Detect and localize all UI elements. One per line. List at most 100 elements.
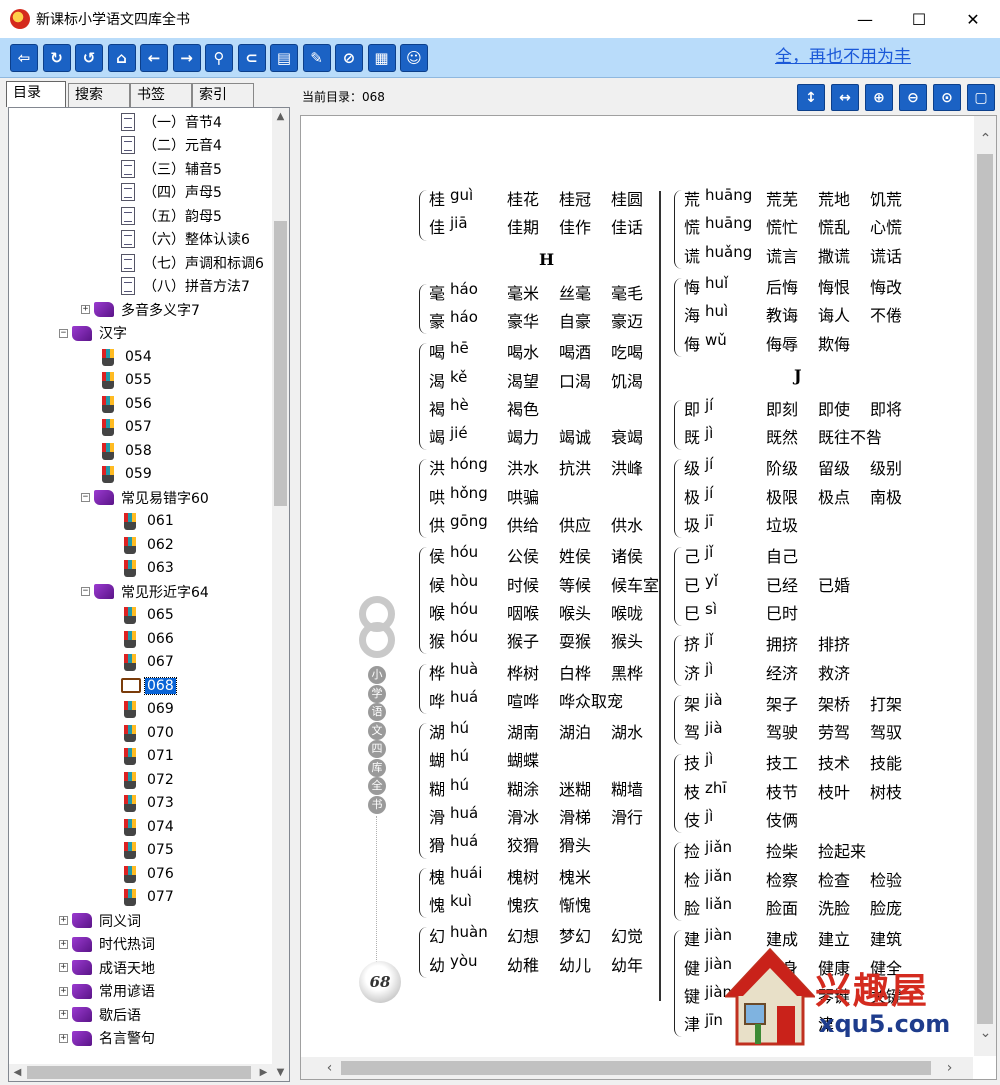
note-button[interactable]: ▤ (270, 44, 298, 72)
scroll-down-arrow-icon[interactable]: ▼ (272, 1064, 289, 1081)
bookmark-button[interactable]: ⊂ (237, 44, 266, 72)
tree-item[interactable]: 058 (99, 439, 154, 462)
collapse-icon[interactable]: − (81, 587, 90, 596)
viewer-horizontal-scrollbar[interactable]: ‹ › (301, 1057, 973, 1079)
tree-item[interactable]: 067 (121, 651, 176, 674)
tree-item[interactable]: 070 (121, 721, 176, 744)
entry-pinyin: wǔ (705, 330, 727, 349)
tree-item[interactable]: （一）音节4 (121, 110, 224, 133)
tree-item[interactable]: 065 (121, 604, 176, 627)
dictionary-entry: 即 jí 即刻 即使 即将 (684, 396, 944, 424)
tree-item[interactable]: − 常见形近字64 (81, 580, 211, 603)
scrolling-link[interactable]: 全，再也不用为丰 (775, 40, 915, 74)
tree-vertical-scrollbar[interactable]: ▲ ▼ (272, 108, 289, 1081)
tree-item[interactable]: 074 (121, 815, 176, 838)
tree-item[interactable]: （三）辅音5 (121, 157, 224, 180)
exit-button[interactable]: ⇦ (10, 44, 38, 72)
minimize-button[interactable]: — (838, 0, 892, 38)
tree-horizontal-scrollbar[interactable]: ◀ ▶ (9, 1064, 273, 1081)
tree-item[interactable]: 056 (99, 392, 154, 415)
viewer-hscroll-thumb[interactable] (341, 1061, 931, 1075)
forward-button[interactable]: → (172, 44, 201, 72)
undo-button[interactable]: ↺ (75, 44, 103, 72)
book-icon (72, 913, 92, 928)
tree-item[interactable]: 068 (121, 674, 177, 697)
tab-0[interactable]: 目录 (6, 81, 66, 107)
edit-button[interactable]: ✎ (302, 44, 331, 72)
tree-item[interactable]: 071 (121, 745, 176, 768)
zoom-in-button[interactable]: ⊕ (865, 84, 893, 111)
about-button[interactable]: ☺ (400, 44, 428, 72)
scroll-left-arrow-icon[interactable]: ◀ (9, 1064, 26, 1081)
viewer-scroll-thumb[interactable] (977, 154, 993, 1024)
tree-item[interactable]: （五）韵母5 (121, 204, 224, 227)
tree-item[interactable]: + 成语天地 (59, 956, 157, 979)
tree-item[interactable]: （二）元音4 (121, 134, 224, 157)
fit-width-button[interactable]: ↔ (831, 84, 859, 111)
tree-item[interactable]: （八）拼音方法7 (121, 275, 252, 298)
tree-item[interactable]: 069 (121, 698, 176, 721)
entry-word: 欺侮 (818, 334, 851, 354)
tree-hscroll-thumb[interactable] (27, 1066, 251, 1079)
tree-item[interactable]: 075 (121, 839, 176, 862)
expand-icon[interactable]: + (81, 305, 90, 314)
contents-tree[interactable]: + 名言警句 + 歇后语 + 常用谚语 + 成语天地 + 时代热词 + 同义词 077 076 075 074… (8, 107, 290, 1082)
collapse-icon[interactable]: − (59, 328, 68, 338)
tree-item[interactable]: 059 (99, 463, 154, 486)
tab-1[interactable]: 搜索 (68, 83, 130, 107)
tree-item[interactable]: + 时代热词 (59, 933, 157, 956)
close-button[interactable]: ✕ (946, 0, 1000, 38)
back-button[interactable]: ← (140, 44, 168, 72)
collapse-icon[interactable]: − (81, 493, 90, 502)
scroll-down-arrow-icon[interactable]: ⌄ (977, 1024, 994, 1041)
tree-item[interactable]: 055 (99, 369, 154, 392)
expand-icon[interactable]: + (59, 916, 68, 925)
expand-icon[interactable]: + (59, 939, 68, 949)
tree-item[interactable]: （四）声母5 (121, 181, 224, 204)
tree-item[interactable]: 063 (121, 557, 176, 580)
link-button[interactable]: ⊘ (335, 44, 363, 72)
tree-item[interactable]: 077 (121, 886, 176, 909)
tab-2[interactable]: 书签 (130, 83, 192, 107)
entry-word: 慌乱 (818, 218, 851, 238)
tree-item[interactable]: + 同义词 (59, 909, 143, 932)
scroll-right-arrow-icon[interactable]: › (941, 1059, 958, 1076)
tree-item[interactable]: 062 (121, 533, 176, 556)
tree-item[interactable]: （七）声调和标调6 (121, 251, 266, 274)
tree-item[interactable]: + 歇后语 (59, 1003, 143, 1026)
tree-item[interactable]: 066 (121, 627, 176, 650)
tree-item[interactable]: − 常见易错字60 (81, 486, 211, 509)
search-button[interactable]: ⚲ (205, 44, 233, 72)
tab-3[interactable]: 索引 (192, 83, 254, 107)
tree-item[interactable]: − 汉字 (59, 322, 129, 345)
tree-item[interactable]: 054 (99, 345, 154, 368)
tree-item[interactable]: 057 (99, 416, 154, 439)
tree-item[interactable]: 076 (121, 862, 176, 885)
zoom-out-button[interactable]: ⊖ (899, 84, 927, 111)
expand-icon[interactable]: + (59, 963, 68, 972)
tree-item[interactable]: 061 (121, 510, 176, 533)
tree-item[interactable]: + 常用谚语 (59, 980, 157, 1003)
zoom-actual-button[interactable]: ⊙ (933, 84, 961, 111)
fit-height-button[interactable]: ↕ (797, 84, 825, 111)
scroll-right-arrow-icon[interactable]: ▶ (255, 1064, 272, 1081)
print-button[interactable]: ▦ (367, 44, 396, 72)
tree-item[interactable]: （六）整体认读6 (121, 228, 252, 251)
home-button[interactable]: ⌂ (107, 44, 136, 72)
fullscreen-button[interactable]: ▢ (967, 84, 995, 111)
tree-item[interactable]: + 名言警句 (59, 1027, 157, 1050)
tree-item[interactable]: 072 (121, 768, 176, 791)
scroll-left-arrow-icon[interactable]: ‹ (321, 1059, 338, 1076)
tree-item[interactable]: 073 (121, 792, 176, 815)
expand-icon[interactable]: + (59, 1010, 68, 1019)
viewer-vertical-scrollbar[interactable]: ⌃ ⌄ (974, 116, 996, 1056)
expand-icon[interactable]: + (59, 986, 68, 996)
tree-scroll-thumb[interactable] (274, 221, 287, 506)
expand-icon[interactable]: + (59, 1033, 68, 1043)
entry-word: 即使 (818, 399, 851, 419)
scroll-up-arrow-icon[interactable]: ▲ (272, 108, 289, 125)
refresh-button[interactable]: ↻ (42, 44, 71, 72)
maximize-button[interactable]: ☐ (892, 0, 946, 38)
scroll-up-arrow-icon[interactable]: ⌃ (977, 130, 994, 147)
tree-item[interactable]: + 多音多义字7 (81, 298, 202, 321)
